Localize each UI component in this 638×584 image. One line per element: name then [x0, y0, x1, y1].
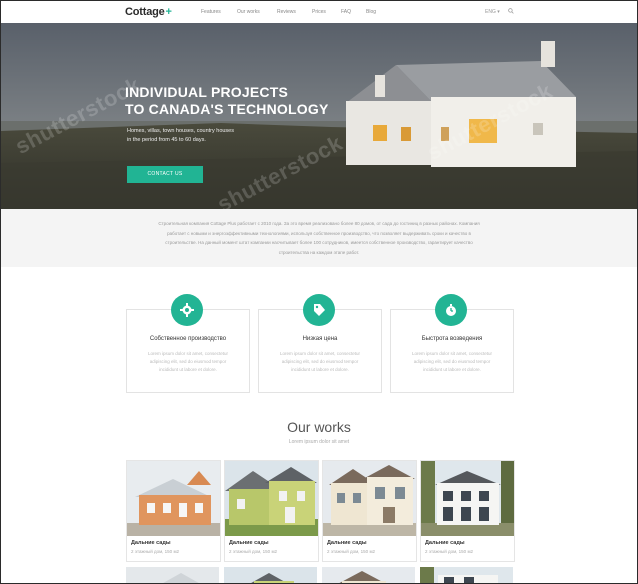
- language-select[interactable]: ENG ▾: [485, 9, 500, 15]
- feature-title: Быстрота возведения: [421, 336, 483, 342]
- works-subtitle: Lorem ipsum dolor sit amet: [288, 439, 350, 445]
- feature-title: Собственное производство: [149, 336, 227, 342]
- work-card[interactable]: [420, 567, 513, 583]
- work-card-meta: 2 этажный дом, 150 м2: [425, 549, 474, 554]
- feature-description: Lorem ipsum dolor sit amet, consectetur …: [147, 351, 229, 372]
- work-card-image: [127, 461, 220, 536]
- gear-icon: [171, 294, 203, 326]
- hero-title: INDIVIDUAL PROJECTS TO CANADA'S TECHNOLO…: [125, 84, 328, 118]
- hero-subtitle: Homes, villas, town houses, country hous…: [127, 127, 267, 145]
- hero-title-line-2: TO CANADA'S TECHNOLOGY: [125, 101, 329, 117]
- feature-description: Lorem ipsum dolor sit amet, consectetur …: [279, 351, 361, 372]
- feature-description: Lorem ipsum dolor sit amet, consectetur …: [411, 351, 493, 372]
- work-card-meta: 2 этажный дом, 150 м2: [327, 549, 376, 554]
- work-card-image: [225, 461, 318, 536]
- hero-subtitle-line-2: in the period from 45 to 60 days.: [127, 137, 206, 143]
- hero-title-line-1: INDIVIDUAL PROJECTS: [125, 84, 289, 100]
- hero-section: shutterstock shutterstock shutterstock I…: [1, 23, 637, 209]
- logo-plus: +: [165, 6, 172, 18]
- work-card-image: [323, 461, 416, 536]
- work-card-meta: 2 этажный дом, 150 м2: [131, 549, 180, 554]
- nav-our-works[interactable]: Our works: [237, 9, 260, 15]
- work-card[interactable]: Дальние сады 2 этажный дом, 150 м2: [224, 460, 319, 562]
- feature-title: Низкая цена: [302, 336, 338, 342]
- work-card[interactable]: Дальние сады 2 этажный дом, 150 м2: [126, 460, 221, 562]
- nav-faq[interactable]: FAQ: [341, 9, 351, 15]
- work-card[interactable]: [322, 567, 415, 583]
- work-card-meta: 2 этажный дом, 150 м2: [229, 549, 278, 554]
- stopwatch-icon: [435, 294, 467, 326]
- work-card-title: Дальние сады: [425, 540, 465, 546]
- work-card-title: Дальние сады: [327, 540, 367, 546]
- works-title: Our works: [287, 419, 351, 435]
- work-card-title: Дальние сады: [229, 540, 269, 546]
- work-card[interactable]: Дальние сады 2 этажный дом, 150 м2: [420, 460, 515, 562]
- work-card-title: Дальние сады: [131, 540, 171, 546]
- work-card[interactable]: [224, 567, 317, 583]
- nav-prices[interactable]: Prices: [312, 9, 326, 15]
- site-header: Cottage+ Features Our works Reviews Pric…: [1, 1, 637, 24]
- work-card[interactable]: Дальние сады 2 этажный дом, 150 м2: [322, 460, 417, 562]
- price-tag-icon: [303, 294, 335, 326]
- about-section: Строительная компания Cottage Plus работ…: [1, 209, 637, 267]
- work-card[interactable]: [126, 567, 219, 583]
- logo[interactable]: Cottage+: [125, 6, 172, 18]
- search-icon[interactable]: [508, 8, 514, 14]
- contact-us-button[interactable]: CONTACT US: [127, 166, 203, 183]
- nav-features[interactable]: Features: [201, 9, 221, 15]
- nav-reviews[interactable]: Reviews: [277, 9, 296, 15]
- logo-text: Cottage: [125, 6, 165, 18]
- nav-blog[interactable]: Blog: [366, 9, 376, 15]
- hero-subtitle-line-1: Homes, villas, town houses, country hous…: [127, 128, 234, 134]
- about-text: Строительная компания Cottage Plus работ…: [158, 221, 480, 255]
- page-frame: Cottage+ Features Our works Reviews Pric…: [0, 0, 638, 584]
- work-card-image: [421, 461, 514, 536]
